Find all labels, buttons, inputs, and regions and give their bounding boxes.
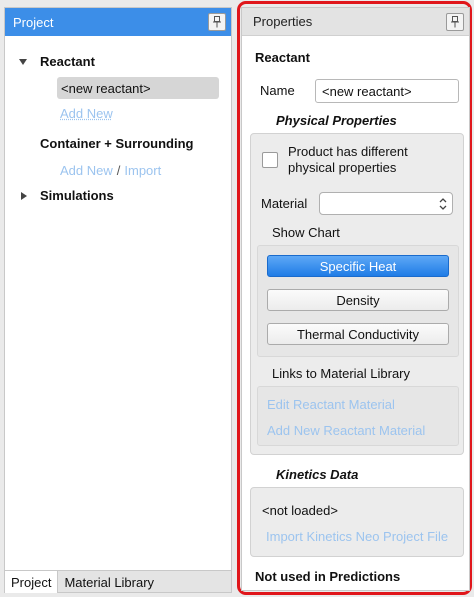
expand-simulations-icon[interactable]: [21, 192, 27, 200]
add-new-container-link[interactable]: Add New: [60, 163, 113, 178]
pin-icon[interactable]: [446, 13, 464, 31]
product-different-properties-checkbox[interactable]: [262, 152, 278, 168]
container-actions: Add New / Import: [60, 163, 161, 178]
tab-material-library[interactable]: Material Library: [58, 571, 160, 593]
tree-item-simulations[interactable]: Simulations: [40, 188, 114, 203]
product-different-properties-label: Product has different physical propertie…: [288, 144, 408, 176]
kinetics-data-title: Kinetics Data: [276, 467, 359, 482]
links-to-material-library-label: Links to Material Library: [272, 366, 410, 381]
project-panel-title: Project: [13, 14, 54, 30]
tree-item-selected-reactant[interactable]: <new reactant>: [57, 77, 219, 99]
name-label: Name: [260, 83, 295, 98]
material-label: Material: [261, 196, 308, 211]
product-label-line-2: physical properties: [288, 160, 397, 175]
tree-item-container[interactable]: Container + Surrounding: [40, 136, 193, 151]
up-down-chevron-icon: [439, 198, 447, 210]
kinetics-data-group: <not loaded> Import Kinetics Neo Project…: [250, 487, 464, 557]
import-kinetics-link[interactable]: Import Kinetics Neo Project File: [266, 529, 448, 544]
kinetics-status: <not loaded>: [262, 503, 338, 518]
tree-item-reactant[interactable]: Reactant: [40, 54, 95, 69]
properties-panel-header: Properties: [242, 8, 469, 36]
material-library-links-group: Edit Reactant Material Add New Reactant …: [257, 386, 459, 446]
pin-icon[interactable]: [208, 13, 226, 31]
not-used-in-predictions-title: Not used in Predictions: [255, 569, 401, 584]
specific-heat-button[interactable]: Specific Heat: [267, 255, 449, 277]
add-new-reactant-link[interactable]: Add New: [60, 106, 113, 121]
bottom-tab-bar: Project Material Library: [5, 570, 231, 593]
import-container-link[interactable]: Import: [124, 163, 161, 178]
container-actions-separator: /: [116, 163, 121, 178]
edit-reactant-material-link[interactable]: Edit Reactant Material: [267, 397, 395, 412]
physical-properties-title: Physical Properties: [276, 113, 397, 128]
thermal-conductivity-button[interactable]: Thermal Conductivity: [267, 323, 449, 345]
add-new-reactant-material-link[interactable]: Add New Reactant Material: [267, 423, 425, 438]
name-field[interactable]: <new reactant>: [315, 79, 459, 103]
physical-properties-group: Product has different physical propertie…: [250, 133, 464, 455]
project-panel: Project Reactant <new reactant> Add New …: [4, 7, 232, 593]
tab-project[interactable]: Project: [5, 571, 59, 593]
properties-panel: Properties Reactant Name <new reactant> …: [241, 7, 470, 591]
show-chart-group: Specific Heat Density Thermal Conductivi…: [257, 245, 459, 357]
properties-panel-title: Properties: [253, 14, 313, 29]
show-chart-label: Show Chart: [272, 225, 340, 240]
project-panel-header: Project: [5, 8, 231, 36]
material-select[interactable]: [319, 192, 453, 215]
product-label-line-1: Product has different: [288, 144, 408, 159]
density-button[interactable]: Density: [267, 289, 449, 311]
expand-reactant-icon[interactable]: [19, 59, 27, 65]
section-title-reactant: Reactant: [255, 50, 310, 65]
